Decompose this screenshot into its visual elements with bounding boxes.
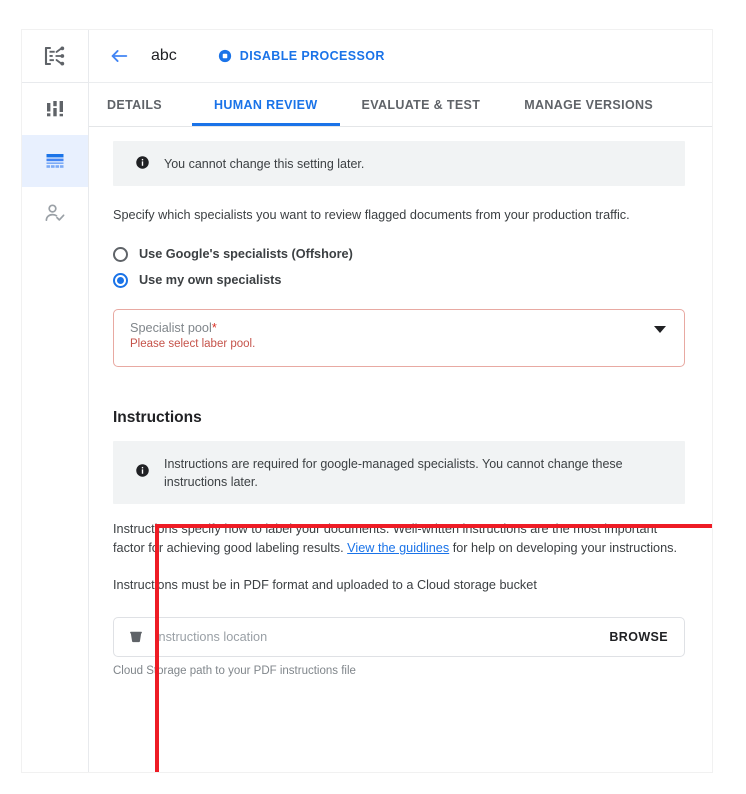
setting-info-text: You cannot change this setting later. <box>164 157 365 171</box>
tab-human-review[interactable]: HUMAN REVIEW <box>192 83 340 126</box>
instructions-paragraph: Instructions specify how to label your d… <box>113 520 683 558</box>
tab-evaluate-and-test[interactable]: EVALUATE & TEST <box>340 83 503 126</box>
radio-checked-icon <box>113 272 128 288</box>
disable-processor-label: DISABLE PROCESSOR <box>239 49 385 63</box>
chevron-down-icon <box>654 326 666 333</box>
specialist-pool-label: Specialist pool* <box>130 321 668 335</box>
sidebar-item-overview[interactable] <box>22 30 88 83</box>
tab-evaluate-and-test-label: EVALUATE & TEST <box>361 97 481 112</box>
instructions-location-hint: Cloud Storage path to your PDF instructi… <box>113 665 356 677</box>
specialist-pool-error: Please select laber pool. <box>130 338 256 350</box>
content-area: You cannot change this setting later. Sp… <box>89 127 712 772</box>
tab-details[interactable]: DETAILS <box>107 83 192 126</box>
instructions-heading: Instructions <box>113 409 202 426</box>
tab-bar: DETAILS HUMAN REVIEW EVALUATE & TEST MAN… <box>89 83 712 127</box>
instructions-info-banner: Instructions are required for google-man… <box>113 441 685 504</box>
arrow-left-icon <box>111 50 128 62</box>
sidebar-item-human-review[interactable] <box>22 187 88 239</box>
instructions-section: Instructions Instructions are required f… <box>113 409 688 677</box>
instructions-paragraph-part-2: for help on developing your instructions… <box>449 541 678 555</box>
radio-use-my-own-specialists-label: Use my own specialists <box>139 273 282 287</box>
radio-use-my-own-specialists[interactable]: Use my own specialists <box>113 267 688 293</box>
bar-chart-icon <box>47 101 63 117</box>
disable-processor-button[interactable]: DISABLE PROCESSOR <box>217 48 385 64</box>
instructions-location-input[interactable]: Instructions location BROWSE <box>113 617 685 657</box>
human-review-description: Specify which specialists you want to re… <box>113 208 630 222</box>
required-marker: * <box>211 321 217 335</box>
instructions-location-placeholder: Instructions location <box>155 630 268 644</box>
stop-circle-icon <box>218 49 231 63</box>
instructions-pdf-note: Instructions must be in PDF format and u… <box>113 578 537 592</box>
view-the-guidelines-link[interactable]: View the guidlines <box>347 541 449 555</box>
header-bar: abc DISABLE PROCESSOR <box>89 30 712 83</box>
tab-human-review-label: HUMAN REVIEW <box>214 97 318 112</box>
info-icon <box>136 156 149 169</box>
radio-use-google-specialists[interactable]: Use Google's specialists (Offshore) <box>113 241 688 267</box>
radio-use-google-specialists-label: Use Google's specialists (Offshore) <box>139 247 353 261</box>
page-title: abc <box>151 47 177 64</box>
tab-details-label: DETAILS <box>107 97 162 112</box>
info-icon <box>136 464 149 477</box>
instructions-info-text: Instructions are required for google-man… <box>164 457 623 489</box>
tab-manage-versions-label: MANAGE VERSIONS <box>524 97 654 112</box>
specialist-pool-select[interactable]: Specialist pool* Please select laber poo… <box>113 309 685 367</box>
back-button[interactable] <box>105 42 133 70</box>
setting-info-banner: You cannot change this setting later. <box>113 141 685 186</box>
sidebar-item-analytics[interactable] <box>22 83 88 135</box>
bucket-icon <box>130 631 142 643</box>
sidebar-item-processors[interactable] <box>22 135 88 187</box>
main-column: abc DISABLE PROCESSOR DETAILS HUMAN REVI… <box>89 30 712 772</box>
radio-unchecked-icon <box>113 246 128 262</box>
processor-workflow-icon <box>44 46 65 66</box>
browse-button[interactable]: BROWSE <box>609 630 668 644</box>
app-window: abc DISABLE PROCESSOR DETAILS HUMAN REVI… <box>22 30 712 772</box>
tab-manage-versions[interactable]: MANAGE VERSIONS <box>502 83 675 126</box>
table-grid-icon <box>46 154 64 168</box>
specialist-pool-label-text: Specialist pool <box>130 321 212 335</box>
person-check-icon <box>45 204 65 222</box>
specialist-radio-group: Use Google's specialists (Offshore) Use … <box>113 241 688 293</box>
sidebar <box>22 30 89 772</box>
